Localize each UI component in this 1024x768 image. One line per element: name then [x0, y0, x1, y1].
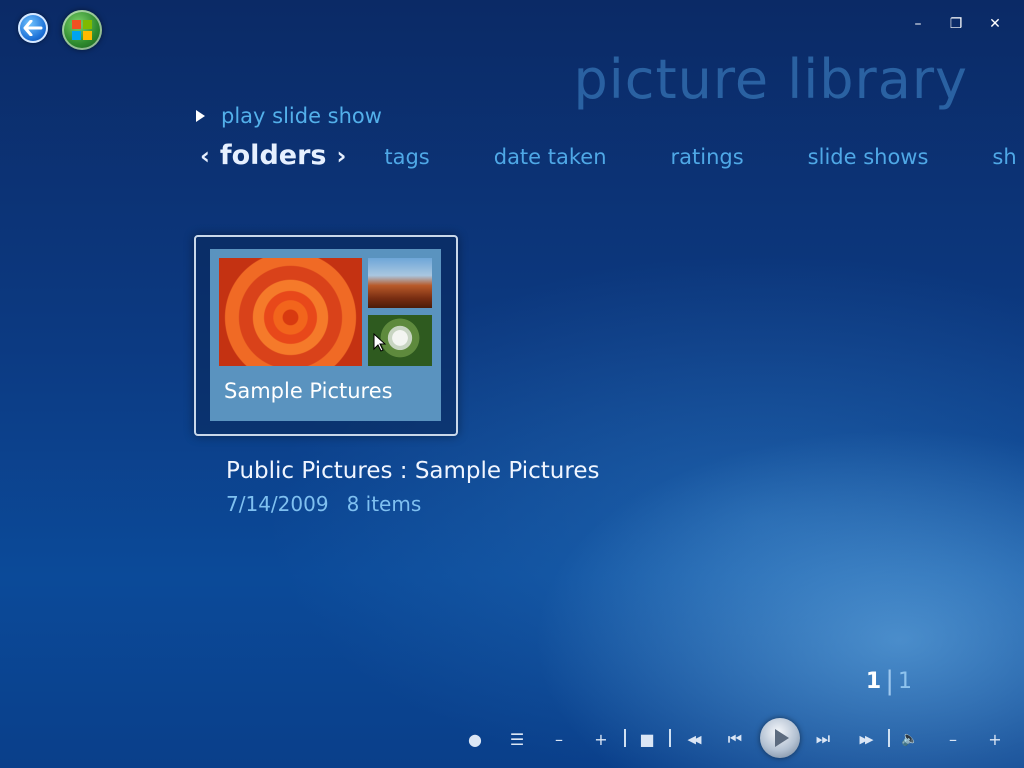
pager-total: 1 — [898, 668, 912, 694]
stop-icon: ■ — [639, 729, 655, 749]
restore-button[interactable]: ❐ — [946, 14, 966, 34]
rewind-icon: ◀◀ — [687, 732, 702, 746]
pivot-active-folders[interactable]: ‹ folders › — [200, 140, 346, 171]
play-pause-button[interactable] — [760, 718, 800, 758]
thumbnail-chrysanthemum — [219, 258, 362, 366]
restore-icon: ❐ — [949, 16, 963, 32]
back-arrow-icon — [23, 20, 43, 36]
play-icon — [775, 729, 789, 747]
chevron-right-icon: › — [336, 141, 347, 170]
play-icon — [196, 110, 205, 122]
channel-up-button[interactable]: + — [590, 728, 612, 750]
volume-down-button[interactable]: – — [942, 728, 964, 750]
volume-up-button[interactable]: + — [984, 728, 1006, 750]
mute-button[interactable]: 🔈 — [899, 728, 921, 750]
fast-forward-button[interactable]: ▶▶ — [852, 728, 878, 750]
pager: 1 | 1 — [866, 668, 912, 694]
guide-icon: ☰ — [509, 729, 525, 749]
chevron-left-icon: ‹ — [200, 141, 210, 170]
back-button[interactable] — [18, 13, 48, 43]
minus-icon: – — [949, 729, 957, 749]
minimize-icon: – — [914, 16, 922, 32]
close-icon: ✕ — [989, 16, 1001, 32]
page-title: picture library — [573, 48, 968, 111]
skip-forward-button[interactable]: ⏭ — [812, 728, 834, 750]
pivot-nav: ‹ folders › tags date taken ratings slid… — [200, 140, 1017, 171]
play-slide-show-label: play slide show — [221, 104, 382, 128]
details-title: Public Pictures : Sample Pictures — [226, 458, 600, 484]
pivot-tab-slide-shows[interactable]: slide shows — [808, 145, 929, 169]
transport-divider — [888, 729, 890, 747]
skip-back-button[interactable]: ⏮ — [724, 728, 746, 750]
pivot-tab-shares[interactable]: sh — [992, 145, 1016, 169]
pivot-tab-ratings[interactable]: ratings — [671, 145, 744, 169]
details-date: 7/14/2009 — [226, 492, 329, 516]
minus-icon: – — [555, 729, 563, 749]
fast-forward-icon: ▶▶ — [859, 732, 874, 746]
plus-icon: + — [594, 729, 608, 749]
pivot-tab-date-taken[interactable]: date taken — [494, 145, 607, 169]
pager-separator: | — [885, 666, 894, 696]
rewind-button[interactable]: ◀◀ — [680, 728, 706, 750]
transport-controls: ● ☰ – + ■ ◀◀ ⏮ ⏭ ▶▶ 🔈 – + — [0, 716, 1024, 760]
close-button[interactable]: ✕ — [985, 14, 1005, 34]
thumbnail-desert — [368, 258, 432, 308]
plus-icon: + — [988, 729, 1002, 749]
pivot-active-label: folders — [219, 140, 327, 171]
guide-button[interactable]: ☰ — [506, 728, 528, 750]
pivot-tab-tags[interactable]: tags — [384, 145, 429, 169]
skip-back-icon: ⏮ — [727, 729, 743, 748]
start-button[interactable] — [62, 10, 102, 50]
record-icon: ● — [468, 729, 482, 749]
play-slide-show-button[interactable]: play slide show — [196, 104, 382, 128]
record-button[interactable]: ● — [464, 728, 486, 750]
folder-label: Sample Pictures — [224, 379, 393, 403]
minimize-button[interactable]: – — [908, 14, 928, 34]
skip-forward-icon: ⏭ — [815, 729, 831, 748]
folder-tile-inner: Sample Pictures — [210, 249, 441, 421]
speaker-icon: 🔈 — [901, 731, 919, 747]
stop-button[interactable]: ■ — [636, 728, 658, 750]
transport-divider — [624, 729, 626, 747]
mouse-cursor-icon — [373, 333, 387, 352]
channel-down-button[interactable]: – — [548, 728, 570, 750]
details-item-count: 8 items — [346, 492, 422, 516]
details-meta: 7/14/2009 8 items — [226, 492, 421, 516]
folder-tile-sample-pictures[interactable]: Sample Pictures — [194, 235, 458, 436]
transport-divider — [669, 729, 671, 747]
windows-logo-icon — [72, 20, 92, 40]
pager-current: 1 — [865, 668, 882, 694]
